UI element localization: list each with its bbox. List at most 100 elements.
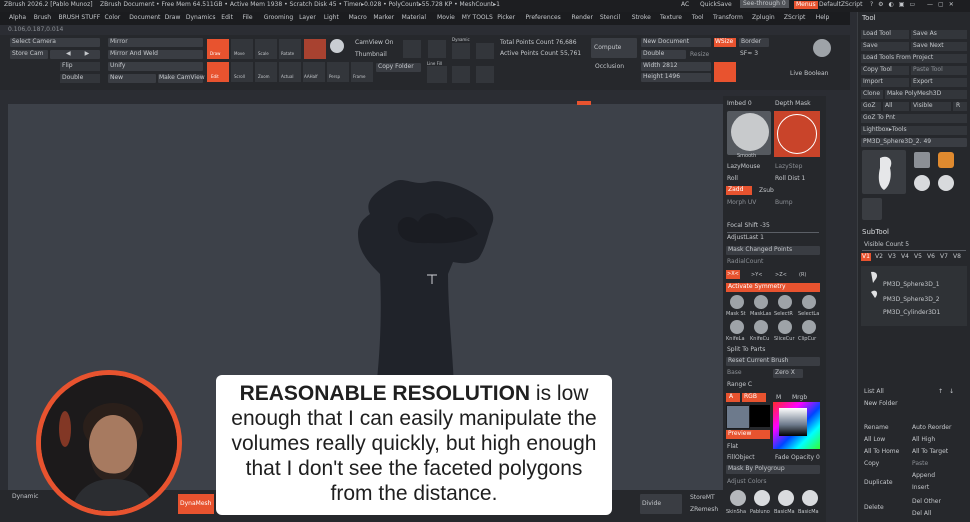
lazymouse-toggle[interactable]: LazyMouse <box>727 163 760 171</box>
menu-item-edit[interactable]: Edit <box>221 14 233 22</box>
y-symmetry-button[interactable]: >Y< <box>751 271 762 279</box>
goz-forpaint-button[interactable]: GoZ To Pnt <box>861 114 967 123</box>
visibility-tab-v1[interactable]: V1 <box>861 253 871 261</box>
save-next-button[interactable]: Save Next <box>911 42 967 51</box>
copy-tool-button[interactable]: Copy Tool <box>861 66 909 75</box>
menu-item-render[interactable]: Render <box>572 14 593 22</box>
menu-item-movie[interactable]: Movie <box>437 14 455 22</box>
lightbox-tools-button[interactable]: Lightbox▸Tools <box>861 126 967 135</box>
menu-item-grooming[interactable]: Grooming <box>264 14 293 22</box>
menu-item-brush-stuff[interactable]: BRUSH STUFF <box>59 14 101 22</box>
transp-button[interactable] <box>452 66 470 83</box>
flat-button[interactable]: Flat <box>727 443 738 451</box>
actual-button[interactable]: Actual <box>279 62 301 82</box>
height-slider[interactable]: Height 1496 <box>641 73 711 82</box>
fade-opacity-slider[interactable]: Fade Opacity 0 <box>775 454 820 462</box>
subtool-thumb-1[interactable] <box>867 270 881 284</box>
material-swatch[interactable] <box>304 39 326 59</box>
secondary-color-swatch[interactable] <box>750 405 770 427</box>
knife-brush-0[interactable]: KnifeLa <box>726 320 748 346</box>
material-sphere-icon[interactable] <box>754 490 770 506</box>
draw-button[interactable]: Draw <box>207 39 229 59</box>
knife-brush-3[interactable]: ClipCur <box>798 320 820 346</box>
scroll-button[interactable]: Scroll <box>231 62 253 82</box>
menu-item-layer[interactable]: Layer <box>299 14 316 22</box>
flip-button[interactable]: Flip <box>60 62 100 71</box>
preview-button[interactable]: Preview <box>726 430 770 439</box>
roll-dist-slider[interactable]: Roll Dist 1 <box>775 175 805 183</box>
lsym-button[interactable] <box>476 43 494 59</box>
subtool-thumb-2[interactable] <box>867 286 881 300</box>
z-symmetry-button[interactable]: >Z< <box>775 271 787 279</box>
x-symmetry-button[interactable]: >X< <box>726 270 740 279</box>
menu-item-zplugin[interactable]: Zplugin <box>752 14 775 22</box>
del-other-button[interactable]: Del Other <box>912 498 941 506</box>
smooth-brush-thumbnail[interactable] <box>727 111 771 155</box>
width-slider[interactable]: Width 2812 <box>641 62 711 71</box>
goz-r-button[interactable]: R <box>953 102 967 111</box>
mask-brush-3[interactable]: SelectLa <box>798 295 820 321</box>
load-tool-button[interactable]: Load Tool <box>861 30 909 39</box>
local-button[interactable] <box>452 43 470 59</box>
menu-item-transform[interactable]: Transform <box>713 14 743 22</box>
thumbnail-toggle[interactable]: Thumbnail <box>355 51 387 59</box>
mask-changed-points-button[interactable]: Mask Changed Points <box>726 246 820 255</box>
visible-count-track[interactable] <box>862 250 966 251</box>
mask-brush-2[interactable]: SelectR <box>774 295 796 321</box>
paste-tool-button[interactable]: Paste Tool <box>911 66 967 75</box>
aahalf-button[interactable]: AAHalf <box>303 62 325 82</box>
polyf-button[interactable] <box>427 66 447 83</box>
import-button[interactable]: Import <box>861 78 909 87</box>
mrgb-button[interactable]: Mrgb <box>792 394 807 402</box>
material-sphere-icon[interactable] <box>802 490 818 506</box>
dynamic-subdiv-toggle[interactable]: Dynamic <box>12 493 38 501</box>
focal-shift-track[interactable] <box>727 232 819 233</box>
sphere3d-thumb-b[interactable] <box>938 175 954 191</box>
frame-button[interactable]: Frame <box>351 62 373 82</box>
adjust-last-slider[interactable]: AdjustLast 1 <box>727 234 764 242</box>
reset-current-brush-button[interactable]: Reset Current Brush <box>726 357 820 366</box>
a-button[interactable]: A <box>726 393 740 402</box>
menu-item-document[interactable]: Document <box>129 14 160 22</box>
all-to-home-button[interactable]: All To Home <box>864 448 899 456</box>
pop-button[interactable] <box>714 62 736 82</box>
export-button[interactable]: Export <box>911 78 967 87</box>
visible-count-slider[interactable]: Visible Count 5 <box>864 241 909 249</box>
visibility-tab-v6[interactable]: V6 <box>926 253 936 261</box>
focal-shift-slider[interactable]: Focal Shift -35 <box>727 222 770 230</box>
new-button[interactable]: New <box>108 74 156 83</box>
m-button[interactable]: M <box>776 394 781 402</box>
depth-mask-thumbnail[interactable] <box>774 111 820 157</box>
store-cam-button[interactable]: Store Cam <box>10 50 48 59</box>
roll-toggle[interactable]: Roll <box>727 175 738 183</box>
menu-item-material[interactable]: Material <box>402 14 426 22</box>
delete-button[interactable]: Delete <box>864 504 884 512</box>
scale-button[interactable]: Scale <box>255 39 277 59</box>
move-button[interactable]: Move <box>231 39 253 59</box>
menu-item-texture[interactable]: Texture <box>660 14 682 22</box>
cylinder-thumb[interactable] <box>914 152 930 168</box>
material-sphere-icon[interactable] <box>778 490 794 506</box>
save-as-button[interactable]: Save As <box>911 30 967 39</box>
del-all-button[interactable]: Del All <box>912 510 931 518</box>
sf-slider[interactable]: SF≈ 3 <box>740 50 758 58</box>
visibility-tab-v5[interactable]: V5 <box>913 253 923 261</box>
seethrough-slider[interactable]: See-through 0 <box>740 0 789 8</box>
menu-item-stroke[interactable]: Stroke <box>632 14 651 22</box>
split-to-parts-button[interactable]: Split To Parts <box>727 346 765 354</box>
rename-button[interactable]: Rename <box>864 424 889 432</box>
menu-item-marker[interactable]: Marker <box>373 14 394 22</box>
menu-item-dynamics[interactable]: Dynamics <box>186 14 216 22</box>
range-slider[interactable]: Range C <box>727 381 752 389</box>
all-to-target-button[interactable]: All To Target <box>912 448 948 456</box>
menu-item-macro[interactable]: Macro <box>349 14 367 22</box>
clone-button[interactable]: Clone <box>861 90 883 99</box>
menu-item-color[interactable]: Color <box>105 14 121 22</box>
double-button[interactable]: Double <box>60 74 100 83</box>
all-low-button[interactable]: All Low <box>864 436 885 444</box>
zremesh-button[interactable]: ZRemesh <box>690 506 718 514</box>
new-document-button[interactable]: New Document <box>641 38 711 47</box>
mirror-weld-button[interactable]: Mirror And Weld <box>108 50 203 59</box>
subtool-item-2[interactable]: PM3D_Sphere3D_2 <box>883 296 940 304</box>
tool-thumbnail-main[interactable] <box>862 150 906 194</box>
